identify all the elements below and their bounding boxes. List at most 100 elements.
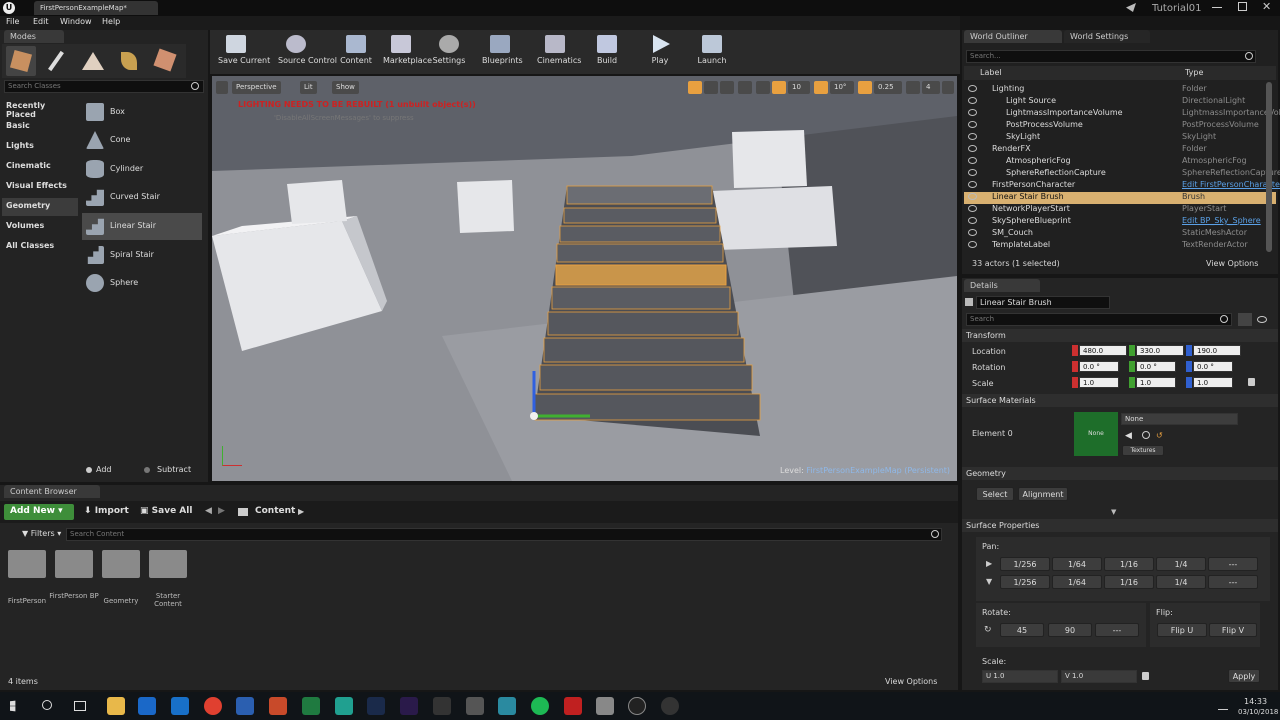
shape-spiral-stair[interactable]: Spiral Stair xyxy=(82,242,202,269)
outliner-row[interactable]: Light Source DirectionalLight xyxy=(964,96,1276,108)
outlook-icon[interactable] xyxy=(171,697,189,715)
outliner-row[interactable]: SphereReflectionCapture SphereReflectionC… xyxy=(964,168,1280,180)
visibility-eye-icon[interactable] xyxy=(968,157,977,164)
shape-curved-stair[interactable]: Curved Stair xyxy=(82,184,202,211)
outliner-row[interactable]: PostProcessVolume PostProcessVolume xyxy=(964,120,1276,132)
outliner-row[interactable]: FirstPersonCharacter Edit FirstPersonChar… xyxy=(964,180,1280,192)
outliner-row[interactable]: TemplateLabel TextRenderActor xyxy=(964,240,1276,252)
rotate-tool-icon[interactable] xyxy=(704,81,718,94)
marketplace-button[interactable]: Marketplace xyxy=(383,33,432,69)
unreal-taskbar-icon[interactable] xyxy=(628,697,646,715)
visibility-eye-icon[interactable] xyxy=(968,193,977,200)
rotate-90-button[interactable]: 90 xyxy=(1048,623,1092,637)
photoshop-icon[interactable] xyxy=(367,697,385,715)
transform-section[interactable]: Transform xyxy=(962,329,1278,342)
place-mode-icon[interactable] xyxy=(6,46,36,76)
minimize-button[interactable] xyxy=(1212,7,1222,8)
acrobat-icon[interactable] xyxy=(564,697,582,715)
level-viewport[interactable]: LIGHTING NEEDS TO BE REBUILT (1 unbuilt … xyxy=(212,76,957,481)
visibility-eye-icon[interactable] xyxy=(968,133,977,140)
category-volumes[interactable]: Volumes xyxy=(2,218,78,236)
path-content[interactable]: Content xyxy=(255,506,295,516)
material-dropdown[interactable]: None xyxy=(1121,413,1238,425)
close-button[interactable]: ✕ xyxy=(1262,0,1271,13)
scale-snap-icon[interactable] xyxy=(858,81,872,94)
folder-firstperson-bp[interactable] xyxy=(55,550,93,578)
viewport-menu-button[interactable] xyxy=(216,81,228,94)
outliner-search-icon[interactable] xyxy=(1245,52,1253,60)
location-z-input[interactable]: 190.0 xyxy=(1193,345,1241,356)
path-arrow-icon[interactable]: ▶ xyxy=(298,507,304,516)
clock-time[interactable]: 14:33 xyxy=(1244,697,1267,706)
outliner-row[interactable]: RenderFX Folder xyxy=(964,144,1276,156)
pan-button[interactable]: 1/64 xyxy=(1052,575,1102,589)
content-button[interactable]: Content xyxy=(338,33,374,69)
excel-icon[interactable] xyxy=(302,697,320,715)
forward-nav-icon[interactable]: ▶ xyxy=(218,506,225,516)
back-nav-icon[interactable]: ◀ xyxy=(205,506,212,516)
scale-lock2-icon[interactable] xyxy=(1142,672,1149,680)
box-icon[interactable] xyxy=(138,697,156,715)
select-dropdown[interactable]: Select xyxy=(976,487,1014,501)
content-search-input[interactable]: Search Content xyxy=(66,528,942,541)
flip-v-button[interactable]: Flip V xyxy=(1209,623,1257,637)
scale-v-input[interactable]: V 1.0 xyxy=(1061,670,1137,683)
subtract-radio[interactable] xyxy=(144,467,150,473)
menu-file[interactable]: File xyxy=(6,17,19,26)
add-new-button[interactable]: Add New ▾ xyxy=(4,504,74,520)
outliner-row[interactable]: Lighting Folder xyxy=(964,84,1276,96)
browse-icon[interactable] xyxy=(1142,431,1150,439)
textures-dropdown[interactable]: Textures xyxy=(1122,445,1164,456)
word-icon[interactable] xyxy=(236,697,254,715)
visibility-eye-icon[interactable] xyxy=(968,85,977,92)
surface-properties-section[interactable]: Surface Properties xyxy=(962,519,1278,532)
content-search-icon[interactable] xyxy=(931,530,939,538)
reset-icon[interactable]: ↺ xyxy=(1156,431,1163,440)
perspective-button[interactable]: Perspective xyxy=(232,81,281,94)
flip-u-button[interactable]: Flip U xyxy=(1157,623,1207,637)
shape-cone[interactable]: Cone xyxy=(82,127,202,154)
location-y-input[interactable]: 330.0 xyxy=(1136,345,1184,356)
menu-edit[interactable]: Edit xyxy=(33,17,49,26)
scale-x-input[interactable]: 1.0 xyxy=(1079,377,1119,388)
settings-button[interactable]: Settings xyxy=(431,33,467,69)
category-geometry[interactable]: Geometry xyxy=(2,198,78,216)
search-classes-input[interactable]: Search Classes xyxy=(4,80,204,93)
outliner-view-options[interactable]: View Options xyxy=(1206,259,1258,268)
source-control-button[interactable]: Source Control xyxy=(278,33,337,69)
cinematics-button[interactable]: Cinematics xyxy=(537,33,581,69)
premiere-icon[interactable] xyxy=(400,697,418,715)
category-visual-effects[interactable]: Visual Effects xyxy=(2,178,78,196)
visibility-eye-icon[interactable] xyxy=(1257,316,1267,323)
apply-button[interactable]: Apply xyxy=(1228,669,1260,683)
pan-button[interactable]: 1/256 xyxy=(1000,575,1050,589)
visibility-eye-icon[interactable] xyxy=(968,97,977,104)
outliner-row[interactable]: SM_Couch StaticMeshActor xyxy=(964,228,1276,240)
landscape-mode-icon[interactable] xyxy=(78,46,108,76)
tab-world-outliner[interactable]: World Outliner xyxy=(964,30,1062,43)
pan-custom-dropdown[interactable]: --- xyxy=(1208,575,1258,589)
folder-firstperson[interactable] xyxy=(8,550,46,578)
save-current-button[interactable]: Save Current xyxy=(218,33,270,69)
rotation-snap-value[interactable]: 10° xyxy=(830,81,854,94)
import-button[interactable]: ⬇ Import xyxy=(84,506,129,516)
visibility-eye-icon[interactable] xyxy=(968,205,977,212)
add-radio[interactable] xyxy=(86,467,92,473)
unity-icon[interactable] xyxy=(466,697,484,715)
scale-y-input[interactable]: 1.0 xyxy=(1136,377,1176,388)
notification-icon[interactable] xyxy=(1126,3,1136,12)
translate-tool-icon[interactable] xyxy=(688,81,702,94)
world-space-icon[interactable] xyxy=(738,81,752,94)
outliner-scrollbar[interactable] xyxy=(1266,82,1272,252)
scale-tool-icon[interactable] xyxy=(720,81,734,94)
search-taskbar-icon[interactable] xyxy=(42,700,52,710)
visibility-eye-icon[interactable] xyxy=(968,181,977,188)
camera-speed-value[interactable]: 4 xyxy=(922,81,940,94)
shape-linear-stair[interactable]: Linear Stair xyxy=(82,213,202,240)
build-button[interactable]: Build xyxy=(589,33,625,69)
scale-label[interactable]: Scale xyxy=(972,379,994,388)
visibility-eye-icon[interactable] xyxy=(968,109,977,116)
category-recently-placed[interactable]: Recently Placed xyxy=(2,98,78,119)
category-lights[interactable]: Lights xyxy=(2,138,78,156)
property-matrix-icon[interactable] xyxy=(1238,313,1252,326)
